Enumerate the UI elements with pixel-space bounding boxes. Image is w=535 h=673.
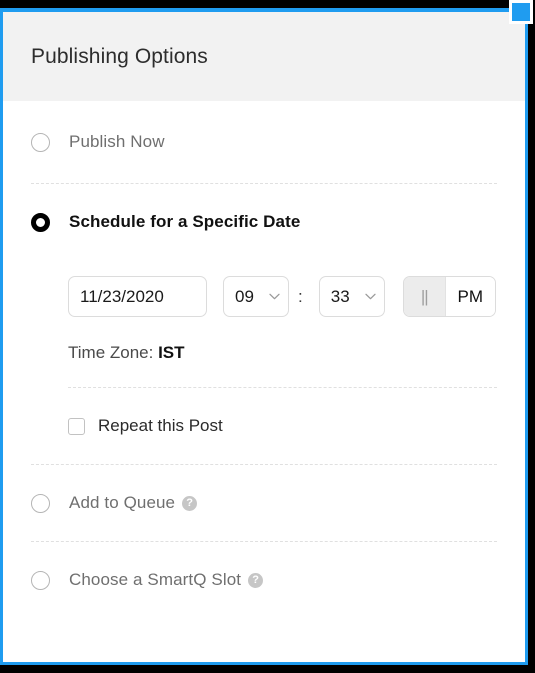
page-title: Publishing Options [31, 44, 208, 68]
option-schedule-date-label: Schedule for a Specific Date [69, 212, 301, 231]
meridiem-pm-option[interactable]: PM [445, 277, 495, 316]
help-icon[interactable]: ? [182, 495, 198, 511]
schedule-detail-section: 09 : 33 [3, 260, 525, 464]
meridiem-am-option[interactable]: || [403, 277, 446, 316]
hour-select-value: 09 [235, 286, 254, 306]
option-repeat-post[interactable]: Repeat this Post [68, 388, 497, 464]
screen: Publishing Options Publish Now Schedule … [0, 0, 535, 673]
option-schedule-date[interactable]: Schedule for a Specific Date [3, 184, 525, 260]
publishing-options-panel: Publishing Options Publish Now Schedule … [3, 12, 525, 662]
option-add-to-queue-label: Add to Queue [69, 493, 176, 512]
publishing-options-window: Publishing Options Publish Now Schedule … [0, 8, 528, 665]
option-smartq-slot[interactable]: Choose a SmartQ Slot ? [3, 542, 525, 618]
option-publish-now[interactable]: Publish Now [3, 101, 525, 183]
radio-schedule-date[interactable] [31, 212, 50, 232]
option-smartq-slot-label: Choose a SmartQ Slot [69, 570, 242, 589]
radio-publish-now[interactable] [31, 132, 50, 152]
meridiem-toggle[interactable]: || PM [402, 276, 496, 317]
radio-smartq-slot[interactable] [31, 570, 50, 590]
date-input[interactable] [68, 276, 207, 317]
repeat-post-label: Repeat this Post [98, 416, 223, 435]
panel-header: Publishing Options [3, 12, 525, 101]
hour-select[interactable]: 09 [223, 276, 289, 317]
minute-select-value: 33 [330, 286, 350, 306]
repeat-post-checkbox[interactable] [68, 417, 85, 435]
timezone-value: IST [158, 343, 185, 362]
option-publish-now-label: Publish Now [69, 132, 165, 151]
resize-handle[interactable] [512, 3, 530, 21]
radio-add-to-queue[interactable] [31, 493, 50, 513]
timezone-row: Time Zone: IST [68, 321, 497, 387]
minute-select[interactable]: 33 [318, 276, 385, 317]
chevron-down-icon [269, 293, 280, 300]
datetime-row: 09 : 33 [68, 260, 497, 321]
chevron-down-icon [365, 293, 376, 300]
option-add-to-queue[interactable]: Add to Queue ? [3, 465, 525, 541]
help-icon[interactable]: ? [248, 572, 264, 588]
time-separator: : [298, 286, 303, 306]
panel-body: Publish Now Schedule for a Specific Date… [3, 101, 525, 618]
timezone-label: Time Zone: [68, 343, 154, 362]
